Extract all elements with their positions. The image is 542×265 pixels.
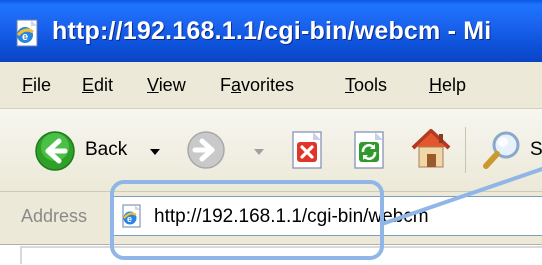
menu-file[interactable]: File — [22, 75, 51, 96]
back-arrow-icon — [35, 131, 75, 171]
ie-page-icon: e — [16, 19, 38, 47]
stop-icon[interactable] — [289, 130, 325, 170]
callout-highlight — [110, 180, 384, 260]
back-dropdown-icon[interactable] — [150, 149, 160, 155]
search-icon[interactable] — [480, 128, 524, 172]
title-bar: e http://192.168.1.1/cgi-bin/webcm - Mi — [0, 0, 542, 62]
window-title: http://192.168.1.1/cgi-bin/webcm - Mi — [52, 17, 492, 45]
menu-view[interactable]: View — [147, 75, 186, 96]
refresh-icon[interactable] — [351, 130, 387, 170]
forward-dropdown-icon[interactable] — [254, 149, 264, 155]
toolbar-separator — [465, 127, 466, 173]
forward-arrow-icon[interactable] — [186, 130, 226, 170]
search-label: S — [530, 139, 542, 160]
menu-favorites[interactable]: Favorites — [220, 75, 294, 96]
svg-text:e: e — [22, 31, 28, 43]
menu-help[interactable]: Help — [429, 75, 466, 96]
back-label: Back — [85, 139, 128, 160]
home-icon[interactable] — [408, 126, 454, 172]
address-label: Address — [21, 206, 88, 226]
menu-bar: File Edit View Favorites Tools Help — [0, 62, 542, 109]
menu-tools[interactable]: Tools — [345, 75, 387, 96]
menu-edit[interactable]: Edit — [82, 75, 113, 96]
